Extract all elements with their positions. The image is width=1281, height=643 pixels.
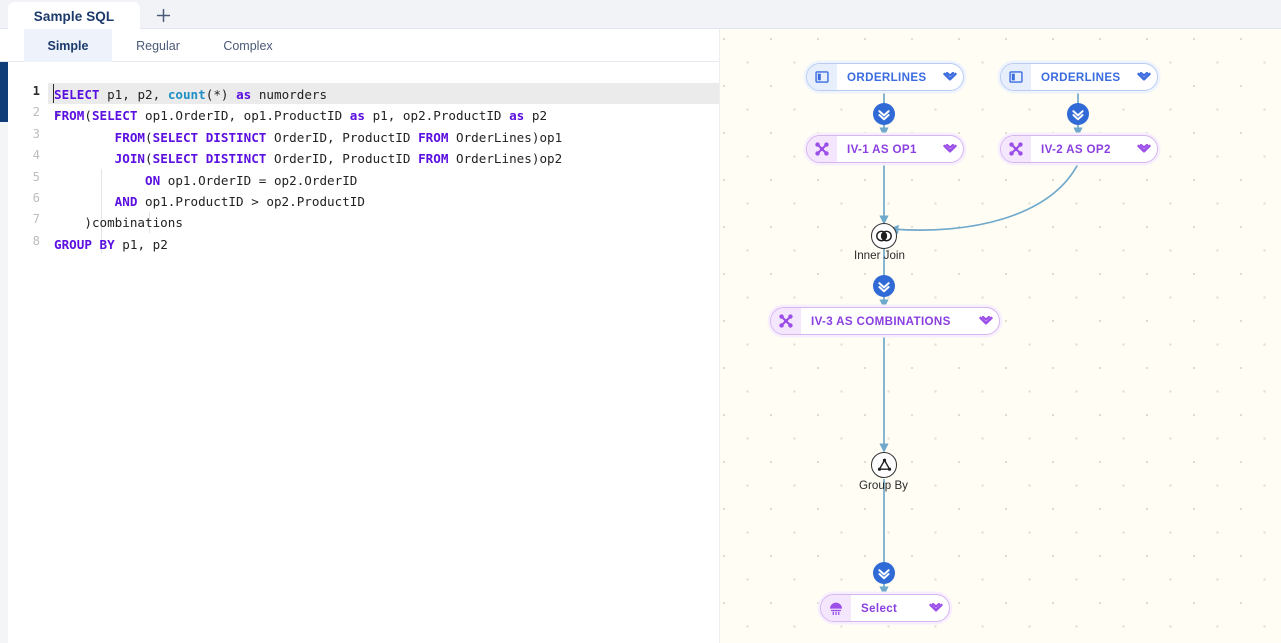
code-line-text: ON op1.OrderID = op2.OrderID xyxy=(145,172,358,188)
flow-node-select[interactable]: Select xyxy=(820,594,950,622)
flow-node-iv-3[interactable]: IV-3 AS COMBINATIONS xyxy=(770,307,1000,335)
chevron-down-icon xyxy=(929,602,943,611)
chevron-down-icon xyxy=(943,71,957,80)
code-line[interactable]: JOIN(SELECT DISTINCT OrderID, ProductID … xyxy=(8,148,719,169)
code-line-text: FROM(SELECT DISTINCT OrderID, ProductID … xyxy=(114,129,563,145)
flow-node-label: ORDERLINES xyxy=(1041,70,1121,84)
table-icon xyxy=(1009,71,1023,83)
tab-regular-label: Regular xyxy=(136,38,180,53)
flow-node-label: IV-3 AS COMBINATIONS xyxy=(811,314,951,328)
plus-icon xyxy=(156,8,170,22)
flow-node-orderlines-1[interactable]: ORDERLINES xyxy=(806,63,964,91)
query-flow-canvas[interactable]: ORDERLINES ORDERLINES IV-1 AS OP1 IV-2 AS O… xyxy=(719,29,1281,643)
link-expand-badge[interactable] xyxy=(873,103,895,125)
projection-icon xyxy=(830,602,842,615)
code-line[interactable]: )combinations xyxy=(8,212,719,233)
chevron-down-icon[interactable] xyxy=(937,71,963,83)
code-line-text: SELECT p1, p2, count(*) as numorders xyxy=(54,87,328,102)
flow-connector xyxy=(889,163,1079,235)
code-line-text: GROUP BY p1, p2 xyxy=(54,236,168,252)
flow-node-label: IV-1 AS OP1 xyxy=(847,142,917,156)
tab-simple[interactable]: Simple xyxy=(24,29,112,62)
flow-node-label: IV-2 AS OP2 xyxy=(1041,142,1111,156)
flow-node-label: ORDERLINES xyxy=(847,70,927,84)
sql-editor-panel: 1 SELECT p1, p2, count(*) as numorders 2 ▾ F… xyxy=(0,62,719,643)
link-expand-badge[interactable] xyxy=(1067,103,1089,125)
code-line-text: )combinations xyxy=(84,215,183,231)
code-line-text: FROM(SELECT op1.OrderID, op1.ProductID a… xyxy=(54,108,548,124)
flow-node-iv-2[interactable]: IV-2 AS OP2 xyxy=(1000,135,1158,163)
editor-navigation-marker xyxy=(0,62,8,122)
molecule-icon xyxy=(771,308,801,334)
group-by-icon xyxy=(877,458,891,471)
code-line[interactable]: AND op1.ProductID > op2.ProductID xyxy=(8,191,719,212)
double-chevron-down-icon xyxy=(1072,109,1084,120)
chevron-down-icon xyxy=(1137,143,1151,152)
molecule-icon xyxy=(807,136,837,162)
chevron-down-icon[interactable] xyxy=(1131,143,1157,155)
flow-operator-inner-join[interactable] xyxy=(871,223,897,249)
double-chevron-down-icon xyxy=(878,109,890,120)
projection-icon xyxy=(821,595,851,621)
code-line[interactable]: FROM(SELECT DISTINCT OrderID, ProductID … xyxy=(8,127,719,148)
flow-connectors xyxy=(879,91,1083,596)
code-line-text: AND op1.ProductID > op2.ProductID xyxy=(114,194,365,209)
molecule-icon xyxy=(1009,142,1023,156)
flow-node-label: Select xyxy=(861,601,898,615)
double-chevron-down-icon xyxy=(878,281,890,292)
editor-gutter-strip xyxy=(0,122,8,643)
sql-code-area[interactable]: 1 SELECT p1, p2, count(*) as numorders 2 ▾ F… xyxy=(8,62,719,643)
document-tab-sample-sql[interactable]: Sample SQL xyxy=(8,2,140,30)
code-line[interactable]: ON op1.OrderID = op2.OrderID xyxy=(8,170,719,191)
mode-tab-bar: Simple Regular Complex xyxy=(0,29,719,62)
chevron-down-icon[interactable] xyxy=(923,602,949,614)
chevron-down-icon[interactable] xyxy=(973,315,999,327)
link-expand-badge[interactable] xyxy=(873,275,895,297)
chevron-down-icon[interactable] xyxy=(1131,71,1157,83)
document-tab-bar: Sample SQL xyxy=(0,0,1281,30)
tab-regular[interactable]: Regular xyxy=(112,29,204,62)
double-chevron-down-icon xyxy=(878,568,890,579)
molecule-icon xyxy=(1001,136,1031,162)
venn-join-icon xyxy=(876,230,892,242)
flow-operator-label: Inner Join xyxy=(854,249,905,262)
flow-operator-group-by[interactable] xyxy=(871,452,897,478)
tab-simple-label: Simple xyxy=(47,38,89,53)
table-icon xyxy=(807,64,837,90)
flow-node-orderlines-2[interactable]: ORDERLINES xyxy=(1000,63,1158,91)
chevron-down-icon xyxy=(943,143,957,152)
flow-operator-label: Group By xyxy=(859,479,908,492)
code-line-text: JOIN(SELECT DISTINCT OrderID, ProductID … xyxy=(114,151,563,167)
chevron-down-icon xyxy=(979,315,993,324)
table-icon xyxy=(815,71,829,83)
molecule-icon xyxy=(779,314,793,328)
tab-complex[interactable]: Complex xyxy=(204,29,292,62)
link-expand-badge[interactable] xyxy=(873,562,895,584)
tab-complex-label: Complex xyxy=(223,38,273,53)
table-icon xyxy=(1001,64,1031,90)
flow-node-iv-1[interactable]: IV-1 AS OP1 xyxy=(806,135,964,163)
code-line[interactable]: GROUP BY p1, p2 xyxy=(8,234,719,255)
sql-visual-editor-window: Sample SQL Simple Regular Complex 1 SELEC… xyxy=(0,0,1281,643)
chevron-down-icon xyxy=(1137,71,1151,80)
new-tab-button[interactable] xyxy=(150,3,176,27)
chevron-down-icon[interactable] xyxy=(937,143,963,155)
code-line[interactable]: SELECT p1, p2, count(*) as numorders xyxy=(8,84,719,105)
molecule-icon xyxy=(815,142,829,156)
document-tab-label: Sample SQL xyxy=(33,8,115,24)
code-line[interactable]: FROM(SELECT op1.OrderID, op1.ProductID a… xyxy=(8,105,719,126)
